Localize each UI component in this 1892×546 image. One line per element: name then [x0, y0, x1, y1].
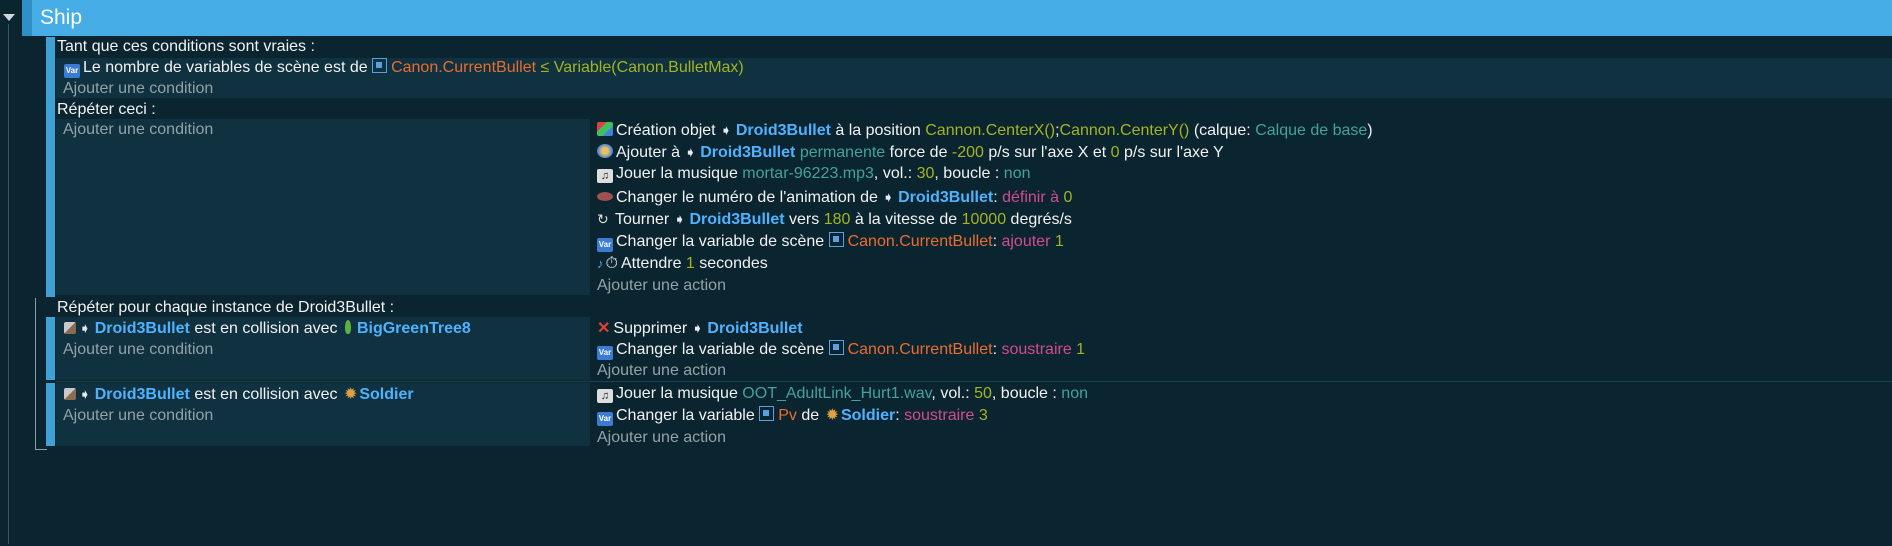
event-left-bar: [46, 37, 55, 297]
animation-icon: [597, 192, 613, 201]
force-icon: [597, 144, 613, 158]
scene-variable-icon: Var: [597, 238, 613, 252]
music-icon: ♫: [597, 389, 613, 403]
collision-icon: [64, 322, 76, 334]
scene-variable-icon: Var: [597, 412, 613, 426]
tree-guide-line: [8, 24, 9, 544]
add-condition-button[interactable]: Ajouter une condition: [63, 117, 213, 143]
repeat-conditions-panel: [56, 119, 590, 295]
foreach-guide-tick: [35, 449, 47, 450]
add-condition-button[interactable]: Ajouter une condition: [63, 403, 213, 429]
add-action-button[interactable]: Ajouter une action: [597, 273, 726, 299]
variable-icon: [828, 340, 844, 355]
collision-icon: [64, 388, 76, 400]
foreach-guide-line: [35, 298, 36, 450]
collapse-arrow-icon[interactable]: [3, 14, 15, 21]
subevent-left-bar-2: [46, 383, 55, 446]
group-title[interactable]: Ship: [40, 5, 82, 31]
wait-icon: ⏱: [605, 255, 618, 272]
delete-icon: ✕: [597, 320, 611, 337]
subevent-left-bar-1: [46, 317, 55, 380]
variable-icon: [828, 232, 844, 247]
soldier-icon: ✹: [825, 407, 839, 424]
tree-icon: [344, 320, 351, 334]
group-accent: [22, 0, 32, 36]
music-icon: ♫: [597, 169, 613, 183]
soldier-icon: ✹: [343, 386, 358, 403]
variable-icon: [372, 58, 388, 73]
group-header[interactable]: [32, 0, 1892, 36]
add-condition-button[interactable]: Ajouter une condition: [63, 337, 213, 363]
async-icon: ♪: [597, 256, 604, 271]
variable-icon: [759, 406, 775, 421]
create-object-icon: [597, 122, 613, 136]
add-action-button[interactable]: Ajouter une action: [597, 425, 726, 451]
